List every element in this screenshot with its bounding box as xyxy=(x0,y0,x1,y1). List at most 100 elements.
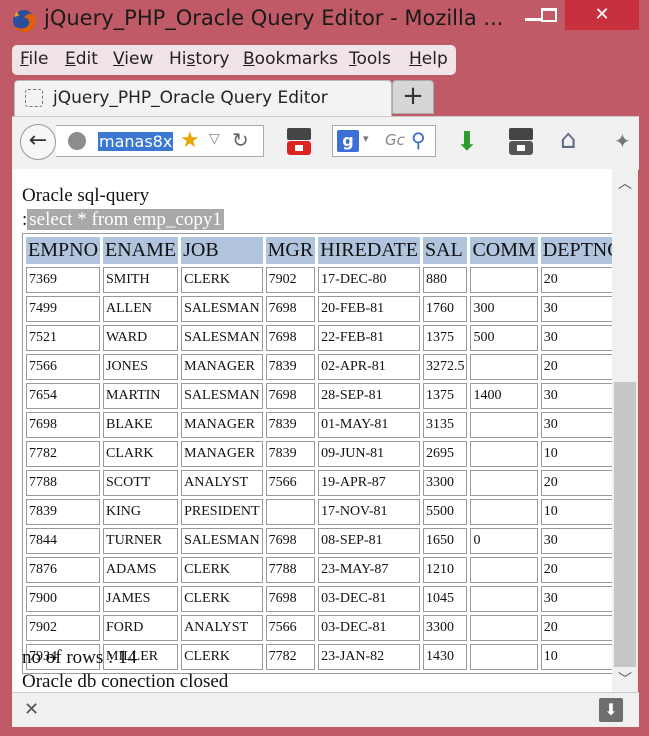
youtube-icon[interactable] xyxy=(508,127,534,157)
column-header: ENAME xyxy=(103,237,179,264)
table-row: 7499 ALLEN SALESMAN 7698 20-FEB-81 1760 300 30 xyxy=(26,296,612,322)
table-cell: 7698 xyxy=(265,383,316,409)
table-cell: 500 xyxy=(470,325,538,351)
table-cell: 7876 xyxy=(26,557,101,583)
url-input[interactable]: manas8x xyxy=(98,132,174,151)
table-cell: 10 xyxy=(540,441,612,467)
table-cell: CLERK xyxy=(181,557,263,583)
table-cell: 0 xyxy=(470,528,538,554)
table-row: 7369 SMITH CLERK 7902 17-DEC-80 880 20 xyxy=(26,267,612,293)
menu-bookmarks[interactable]: Bookmarks xyxy=(243,49,338,69)
table-cell: 2695 xyxy=(422,441,468,467)
close-window-button[interactable]: ✕ xyxy=(565,0,639,30)
scroll-up-button[interactable]: ︿ xyxy=(612,169,638,199)
query-label: Oracle sql-query xyxy=(22,185,150,206)
table-cell: 20 xyxy=(540,470,612,496)
menu-file[interactable]: File xyxy=(20,49,48,69)
table-cell: ANALYST xyxy=(181,615,263,641)
table-cell: ANALYST xyxy=(181,470,263,496)
table-cell xyxy=(470,644,538,670)
table-row: 7566 JONES MANAGER 7839 02-APR-81 3272.5 20 xyxy=(26,354,612,380)
table-row: 7902 FORD ANALYST 7566 03-DEC-81 3300 20 xyxy=(26,615,612,641)
table-cell: 20 xyxy=(540,354,612,380)
search-input[interactable]: Gc xyxy=(385,131,405,149)
table-cell: 7902 xyxy=(265,267,316,293)
table-cell: TURNER xyxy=(103,528,179,554)
row-count-text: no of rows : 14 xyxy=(22,647,138,668)
back-button[interactable]: ← xyxy=(20,124,56,160)
scroll-down-button[interactable]: ﹀ xyxy=(612,668,638,692)
table-cell: 23-MAY-87 xyxy=(318,557,420,583)
table-cell: 7566 xyxy=(26,354,101,380)
navigation-toolbar: manas8x ★ ▽ ↻ ← g ▾ Gc ⚲ ⬇ ⌂ ✦ xyxy=(12,116,639,170)
menu-history[interactable]: History xyxy=(169,49,230,69)
scroll-thumb[interactable] xyxy=(614,382,636,667)
chevron-down-icon[interactable]: ▾ xyxy=(363,132,369,145)
table-cell: 17-DEC-80 xyxy=(318,267,420,293)
table-cell: 03-DEC-81 xyxy=(318,586,420,612)
table-cell: 20 xyxy=(540,557,612,583)
table-cell: 03-DEC-81 xyxy=(318,615,420,641)
table-cell: 7788 xyxy=(265,557,316,583)
table-cell: 1045 xyxy=(422,586,468,612)
menu-edit[interactable]: Edit xyxy=(65,49,98,69)
table-cell: PRESIDENT xyxy=(181,499,263,525)
table-row: 7698 BLAKE MANAGER 7839 01-MAY-81 3135 30 xyxy=(26,412,612,438)
menu-help[interactable]: Help xyxy=(409,49,448,69)
table-cell: 5500 xyxy=(422,499,468,525)
table-cell: 7566 xyxy=(265,615,316,641)
table-cell: 7839 xyxy=(265,354,316,380)
vertical-scrollbar[interactable]: ︿ ﹀ xyxy=(612,169,638,692)
menu-tools[interactable]: Tools xyxy=(349,49,391,69)
table-cell: SMITH xyxy=(103,267,179,293)
close-icon[interactable]: ✕ xyxy=(24,699,39,720)
column-header: HIREDATE xyxy=(318,237,420,264)
title-bar: jQuery_PHP_Oracle Query Editor - Mozilla… xyxy=(0,0,649,42)
google-icon[interactable]: g xyxy=(337,130,359,152)
table-cell: 19-APR-87 xyxy=(318,470,420,496)
extension-icon[interactable]: ✦ xyxy=(614,129,631,153)
tab-label: jQuery_PHP_Oracle Query Editor xyxy=(53,88,328,108)
reload-icon[interactable]: ↻ xyxy=(232,128,249,152)
table-body: 7369 SMITH CLERK 7902 17-DEC-80 880 20 7499 ALLE… xyxy=(26,267,612,670)
table-row: 7782 CLARK MANAGER 7839 09-JUN-81 2695 10 xyxy=(26,441,612,467)
new-tab-button[interactable]: + xyxy=(392,80,434,114)
table-cell: WARD xyxy=(103,325,179,351)
tab-active[interactable]: jQuery_PHP_Oracle Query Editor xyxy=(14,80,392,117)
table-cell: CLARK xyxy=(103,441,179,467)
table-cell: MANAGER xyxy=(181,354,263,380)
table-cell: 1375 xyxy=(422,383,468,409)
search-icon[interactable]: ⚲ xyxy=(411,128,426,152)
menu-view[interactable]: View xyxy=(113,49,153,69)
table-row: 7876 ADAMS CLERK 7788 23-MAY-87 1210 20 xyxy=(26,557,612,583)
result-table: EMPNOENAMEJOBMGRHIREDATESALCOMMDEPTNO 73… xyxy=(22,233,612,674)
url-bar[interactable]: manas8x ★ ▽ ↻ xyxy=(56,125,264,157)
table-cell: 880 xyxy=(422,267,468,293)
column-header: DEPTNO xyxy=(540,237,612,264)
menu-bar: File Edit View History Bookmarks Tools H… xyxy=(12,45,456,75)
maximize-icon xyxy=(541,8,557,22)
table-cell xyxy=(470,441,538,467)
downloads-button[interactable]: ⬇ xyxy=(599,698,623,722)
table-cell: 30 xyxy=(540,325,612,351)
search-bar[interactable]: g ▾ Gc ⚲ xyxy=(332,125,436,157)
table-cell: MARTIN xyxy=(103,383,179,409)
download-icon[interactable]: ⬇ xyxy=(456,127,478,157)
column-header: MGR xyxy=(265,237,316,264)
youtube-downloader-icon[interactable] xyxy=(286,127,312,157)
table-cell: 7782 xyxy=(26,441,101,467)
table-cell: 7839 xyxy=(26,499,101,525)
bookmark-star-icon[interactable]: ★ xyxy=(180,128,200,153)
table-cell: 1760 xyxy=(422,296,468,322)
table-cell: 7698 xyxy=(265,325,316,351)
table-cell: 09-JUN-81 xyxy=(318,441,420,467)
history-dropdown-icon[interactable]: ▽ xyxy=(209,131,220,147)
home-icon[interactable]: ⌂ xyxy=(560,125,577,155)
sql-query-text[interactable]: select * from emp_copy1 xyxy=(27,209,224,230)
table-cell: SALESMAN xyxy=(181,528,263,554)
table-cell: 30 xyxy=(540,383,612,409)
table-cell: 7782 xyxy=(265,644,316,670)
table-cell: 17-NOV-81 xyxy=(318,499,420,525)
table-header-row: EMPNOENAMEJOBMGRHIREDATESALCOMMDEPTNO xyxy=(26,237,612,264)
column-header: JOB xyxy=(181,237,263,264)
